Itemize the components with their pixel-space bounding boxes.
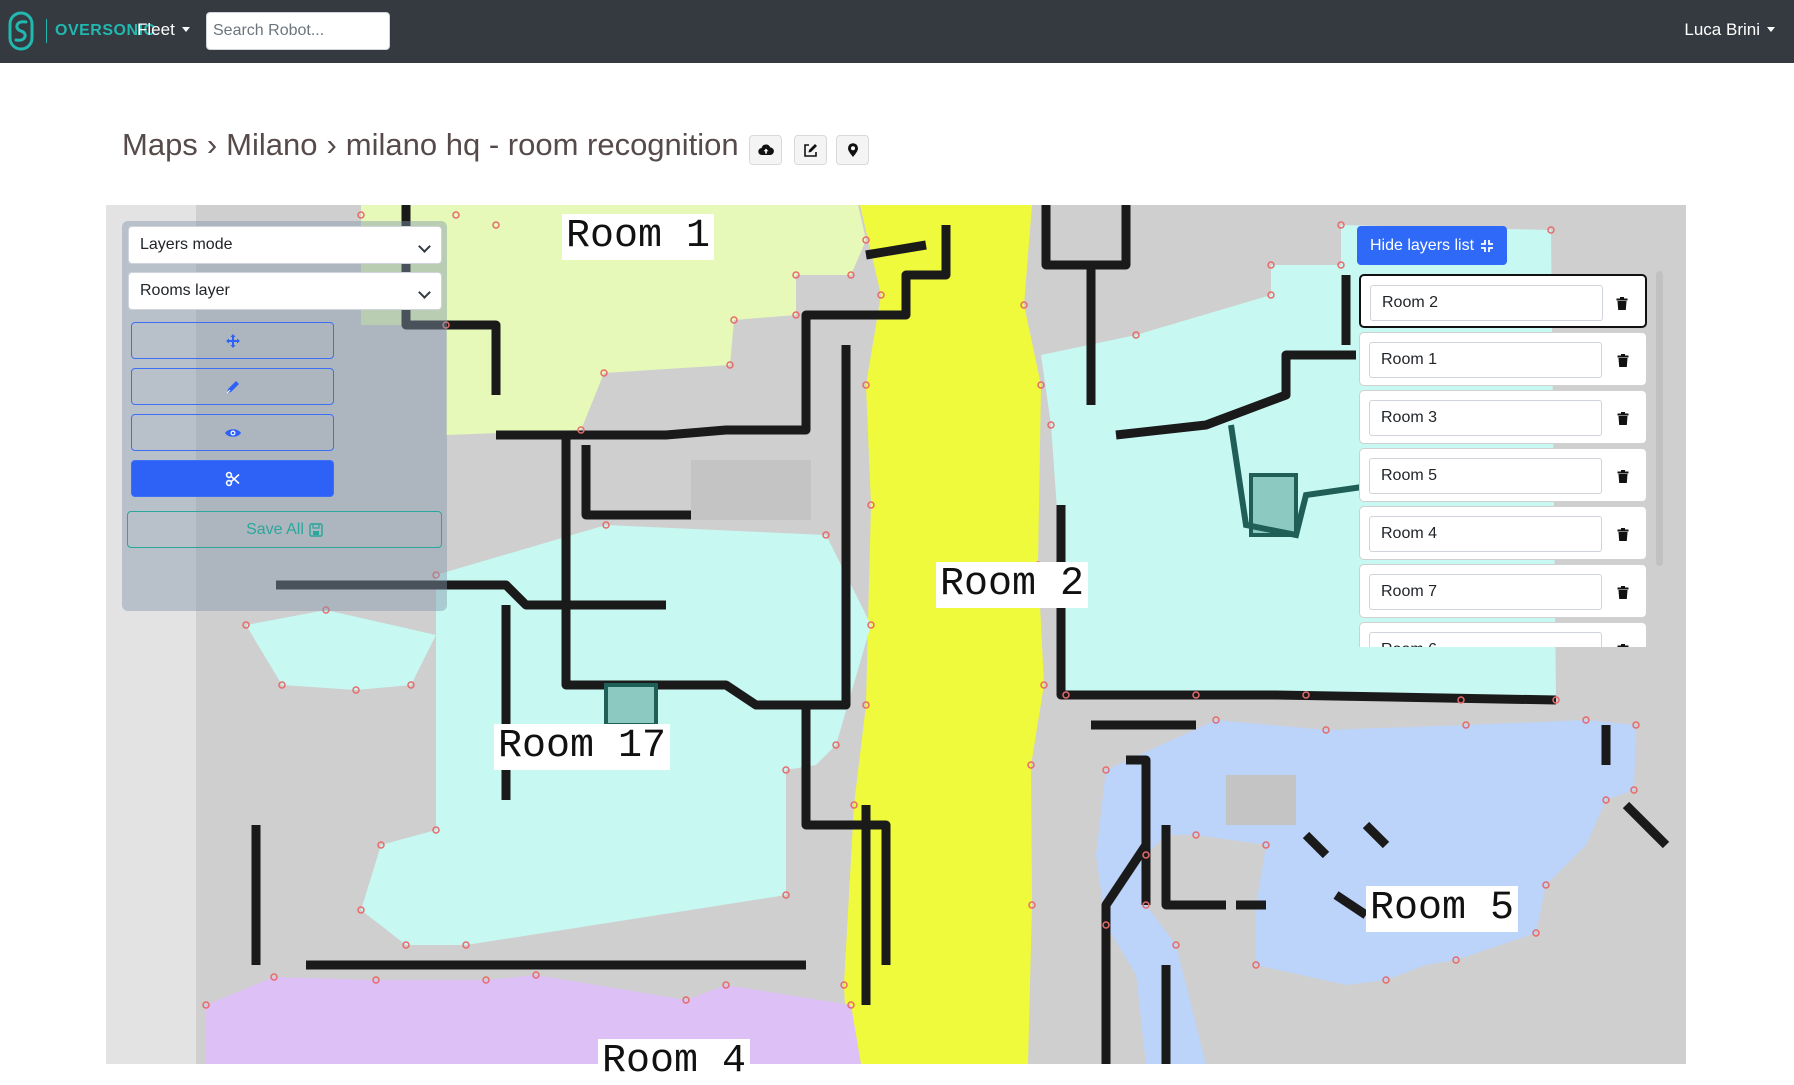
oversonic-logo-icon bbox=[8, 11, 34, 51]
hide-layers-label: Hide layers list bbox=[1369, 236, 1475, 254]
user-menu[interactable]: Luca Brini bbox=[1684, 20, 1775, 40]
layer-item-room-3[interactable]: Room 3 bbox=[1359, 390, 1647, 444]
breadcrumb-milano[interactable]: Milano bbox=[226, 127, 317, 163]
user-name: Luca Brini bbox=[1684, 20, 1760, 39]
caret-down-icon bbox=[181, 27, 190, 32]
trash-icon bbox=[1617, 527, 1629, 541]
edit-map-button[interactable] bbox=[794, 135, 827, 165]
fleet-dropdown[interactable]: Fleet bbox=[137, 20, 190, 40]
search-robot-input[interactable] bbox=[206, 12, 390, 50]
breadcrumb-separator: › bbox=[206, 127, 218, 162]
hide-layers-button[interactable]: Hide layers list bbox=[1357, 226, 1507, 265]
delete-layer-button[interactable] bbox=[1605, 342, 1641, 378]
eye-icon bbox=[224, 428, 241, 437]
edit-icon bbox=[804, 143, 817, 157]
top-navbar: OVERSONIC Fleet Luca Brini bbox=[0, 0, 1794, 63]
chevron-down-icon bbox=[418, 286, 431, 299]
map-pin-icon bbox=[847, 142, 858, 157]
room-label-1: Room 1 bbox=[562, 214, 715, 260]
view-tool-button[interactable] bbox=[131, 414, 334, 451]
layers-list[interactable]: Room 2 Room 1 Room 3 Room 5 Room 4 Room … bbox=[1357, 270, 1664, 647]
trash-icon bbox=[1617, 469, 1629, 483]
trash-icon bbox=[1616, 296, 1628, 310]
breadcrumb-separator: › bbox=[326, 127, 337, 162]
layer-name-field[interactable]: Room 7 bbox=[1369, 574, 1602, 610]
layer-name-field[interactable]: Room 3 bbox=[1369, 400, 1602, 436]
chevron-down-icon bbox=[418, 240, 431, 253]
layer-name-field[interactable]: Room 5 bbox=[1369, 458, 1602, 494]
layer-select-value: Rooms layer bbox=[140, 282, 230, 299]
layer-item-room-2[interactable]: Room 2 bbox=[1359, 274, 1647, 328]
trash-icon bbox=[1617, 643, 1629, 647]
mode-select-value: Layers mode bbox=[140, 236, 233, 253]
save-all-label: Save All bbox=[246, 520, 304, 538]
delete-layer-button[interactable] bbox=[1605, 632, 1641, 647]
trash-icon bbox=[1617, 353, 1629, 367]
layers-scrollbar[interactable] bbox=[1656, 271, 1663, 566]
breadcrumb: Maps › Milano › milano hq - room recogni… bbox=[122, 127, 739, 163]
layer-item-room-6[interactable]: Room 6 bbox=[1359, 622, 1647, 647]
fleet-label: Fleet bbox=[137, 20, 175, 39]
delete-layer-button[interactable] bbox=[1605, 458, 1641, 494]
breadcrumb-maps[interactable]: Maps bbox=[122, 127, 198, 163]
layer-item-room-4[interactable]: Room 4 bbox=[1359, 506, 1647, 560]
caret-down-icon bbox=[1767, 27, 1775, 32]
delete-layer-button[interactable] bbox=[1604, 285, 1640, 321]
room-label-4: Room 4 bbox=[598, 1039, 751, 1085]
draw-tool-button[interactable] bbox=[131, 368, 334, 405]
room-label-17: Room 17 bbox=[494, 724, 671, 770]
move-tool-button[interactable] bbox=[131, 322, 334, 359]
delete-layer-button[interactable] bbox=[1605, 516, 1641, 552]
cloud-upload-button[interactable] bbox=[749, 135, 782, 165]
pen-icon bbox=[226, 380, 239, 393]
breadcrumb-current-map: milano hq - room recognition bbox=[345, 127, 739, 162]
layer-select[interactable]: Rooms layer bbox=[128, 272, 442, 310]
room-label-2: Room 2 bbox=[936, 562, 1089, 608]
map-pin-button[interactable] bbox=[836, 135, 869, 165]
room-label-5: Room 5 bbox=[1366, 886, 1519, 932]
layer-item-room-7[interactable]: Room 7 bbox=[1359, 564, 1647, 618]
layer-item-room-1[interactable]: Room 1 bbox=[1359, 332, 1647, 386]
compress-icon bbox=[1481, 239, 1494, 252]
scissors-icon bbox=[225, 471, 240, 486]
layer-name-field[interactable]: Room 6 bbox=[1369, 632, 1602, 647]
layer-name-field[interactable]: Room 1 bbox=[1369, 342, 1602, 378]
delete-layer-button[interactable] bbox=[1605, 574, 1641, 610]
save-all-button[interactable]: Save All bbox=[127, 511, 442, 548]
cut-tool-button[interactable] bbox=[131, 460, 334, 497]
mode-select[interactable]: Layers mode bbox=[128, 226, 442, 264]
delete-layer-button[interactable] bbox=[1605, 400, 1641, 436]
brand-logo[interactable]: OVERSONIC bbox=[8, 11, 156, 51]
layer-name-field[interactable]: Room 2 bbox=[1370, 285, 1603, 321]
layer-item-room-5[interactable]: Room 5 bbox=[1359, 448, 1647, 502]
move-icon bbox=[225, 333, 240, 348]
layer-name-field[interactable]: Room 4 bbox=[1369, 516, 1602, 552]
trash-icon bbox=[1617, 411, 1629, 425]
trash-icon bbox=[1617, 585, 1629, 599]
cloud-upload-icon bbox=[757, 144, 774, 156]
save-icon bbox=[309, 522, 323, 537]
